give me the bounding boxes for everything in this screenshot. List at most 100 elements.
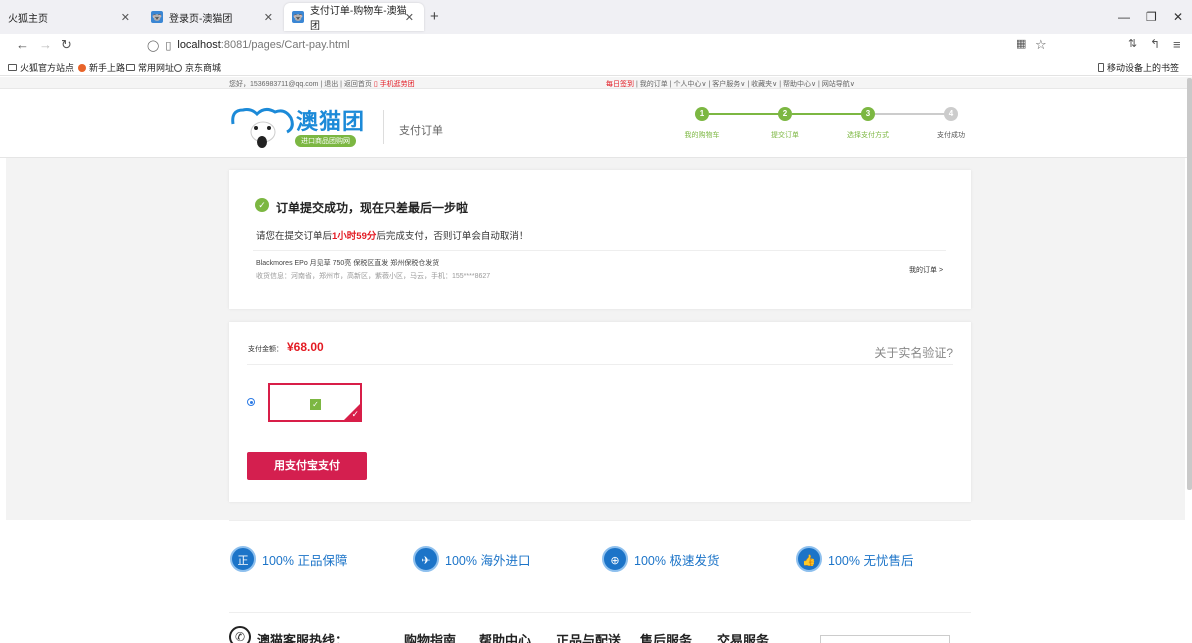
check-circle-icon: ✓ [255,198,269,212]
footer-link[interactable]: 购物指南 [404,630,456,643]
greeting: 您好，1536983711@qq.com [229,81,319,88]
topbar-right: 每日签到 | 我的订单 | 个人中心∨ | 客户服务∨ | 收藏夹∨ | 帮助中… [606,81,855,88]
page-title: 支付订单 [399,125,443,137]
restore-icon[interactable]: ❐ [1146,10,1157,24]
phone-icon: ✆ [229,626,251,643]
footer-link[interactable]: 帮助中心 [479,630,531,643]
browser-tab-bar: 火狐主页 ✕ 🐨 登录页-澳猫团 ✕ 🐨 支付订单-购物车-澳猫团 ✕ + — … [0,0,1192,34]
shield-icon: ◯ [147,39,160,52]
daily-signin-link[interactable]: 每日签到 [606,81,634,88]
tab-pay-order[interactable]: 🐨 支付订单-购物车-澳猫团 ✕ [284,3,424,32]
guarantee-item: ⊕ 100% 极速发货 [602,546,719,572]
my-order-link[interactable]: 我的订单 > [909,265,943,275]
bookmark-label: 常用网址 [138,63,175,73]
step-4-label: 支付成功 [937,132,965,139]
footer-link[interactable]: 售后服务 [640,630,692,643]
shield-genuine-icon: 正 [230,546,256,572]
order-success-card: ✓ 订单提交成功，现在只差最后一步啦 请您在提交订单后1小时59分后完成支付，否… [229,170,971,309]
bookmark-star-icon[interactable]: ☆ [1035,37,1047,53]
tab-home[interactable]: 火狐主页 ✕ [0,3,140,31]
window-close-icon[interactable]: ✕ [1173,10,1183,24]
browser-nav-bar: ← → ↻ ◯ ▯ localhost :8081/pages/Cart-pay… [0,34,1192,56]
customer-service-link[interactable]: 客户服务∨ [712,81,745,88]
topbar-left: 您好，1536983711@qq.com | 退出 | 返回首页 ▯ 手机逛劳团 [229,81,415,88]
success-title: 订单提交成功，现在只差最后一步啦 [276,201,469,215]
home-link[interactable]: 返回首页 [344,81,372,88]
footer-link[interactable]: 交易服务 [717,630,769,643]
payment-method-radio[interactable] [247,398,255,406]
new-tab-plus-icon[interactable]: + [430,8,439,25]
globe-icon [174,63,182,72]
step-connector [792,113,866,115]
folder-icon [8,64,17,71]
tab-label: 支付订单-购物车-澳猫团 [309,6,407,32]
payment-method-option[interactable]: ✓ ✓ [268,383,362,422]
bookmark-label: 移动设备上的书签 [1107,63,1180,73]
url-bar[interactable]: ◯ ▯ localhost :8081/pages/Cart-pay.html [147,36,1057,54]
guarantee-text: 100% 无忧售后 [828,553,914,568]
bookmark-label: 京东商城 [185,63,222,73]
step-3-label: 选择支付方式 [847,132,889,139]
logo-divider [383,110,384,144]
menu-icon[interactable]: ≡ [1173,37,1181,52]
reload-icon[interactable]: ↻ [61,37,72,53]
footer-search-input[interactable] [820,635,950,643]
bookmark-label: 火狐官方站点 [20,63,75,73]
divider [229,520,971,521]
share-icon[interactable]: ↰ [1150,37,1160,51]
gift-icon: ⊕ [602,546,628,572]
plane-icon: ✈ [413,546,439,572]
payment-logo-icon: ✓ [310,399,321,410]
page-icon: ▯ [165,39,172,52]
site-nav-link[interactable]: 网站导航∨ [822,81,855,88]
page-scrollbar[interactable] [1187,78,1192,490]
alipay-pay-button[interactable]: 用支付宝支付 [247,452,367,480]
logout-link[interactable]: 退出 [324,81,338,88]
step-connector [709,113,783,115]
step-3-dot: 3 [861,107,875,121]
minimize-icon[interactable]: — [1118,10,1130,24]
qr-code-icon[interactable]: ▦ [1016,37,1026,50]
url-path: :8081/pages/Cart-pay.html [220,39,350,51]
footer-link[interactable]: 正品与配送 [556,630,621,643]
tab-login[interactable]: 🐨 登录页-澳猫团 ✕ [143,3,283,31]
my-orders-link[interactable]: 我的订单 [640,81,668,88]
bookmark-label: 新手上路 [89,63,126,73]
user-center-link[interactable]: 个人中心∨ [673,81,706,88]
favorites-link[interactable]: 收藏夹∨ [751,81,777,88]
bookmark-item[interactable]: 常用网址 [126,61,174,74]
step-connector [875,113,949,115]
divider [253,250,946,251]
mobile-icon [1098,63,1104,72]
guarantee-item: 👍 100% 无忧售后 [796,546,913,572]
divider [247,364,953,365]
step-2-dot: 2 [778,107,792,121]
thumbs-up-icon: 👍 [796,546,822,572]
step-2-label: 提交订单 [771,132,799,139]
forward-arrow-icon[interactable]: → [39,37,52,52]
selected-check-icon: ✓ [351,409,359,419]
extensions-icon[interactable]: ⇅ [1128,37,1137,50]
step-4-dot: 4 [944,107,958,121]
bookmark-item[interactable]: 京东商城 [174,61,221,74]
close-icon[interactable]: ✕ [121,11,130,24]
site-logo[interactable]: 澳猫团 进口商品团购网 [229,102,379,152]
bookmark-item[interactable]: 火狐官方站点 [8,61,74,74]
site-favicon-icon: 🐨 [292,11,304,23]
bookmark-item[interactable]: 新手上路 [78,61,125,74]
payment-deadline-tip: 请您在提交订单后1小时59分后完成支付，否则订单会自动取消！ [256,228,528,242]
mobile-link[interactable]: 手机逛劳团 [380,81,415,88]
url-host: localhost [177,39,221,51]
payment-card: 支付金额： ¥68.00 关于实名验证? ✓ ✓ 用支付宝支付 [229,322,971,502]
help-center-link[interactable]: 帮助中心∨ [783,81,816,88]
site-header: 澳猫团 进口商品团购网 支付订单 1 2 3 4 我的购物车 提交订单 选择支付… [0,90,1192,158]
divider [229,612,971,613]
tip-text: 请您在提交订单后 [256,231,333,242]
amount-value: ¥68.00 [287,340,324,354]
close-icon[interactable]: ✕ [264,11,273,24]
back-arrow-icon[interactable]: ← [16,37,29,52]
realname-link[interactable]: 关于实名验证? [874,344,953,361]
step-1-dot: 1 [695,107,709,121]
close-icon[interactable]: ✕ [405,11,414,24]
mobile-bookmarks[interactable]: 移动设备上的书签 [1098,61,1179,74]
